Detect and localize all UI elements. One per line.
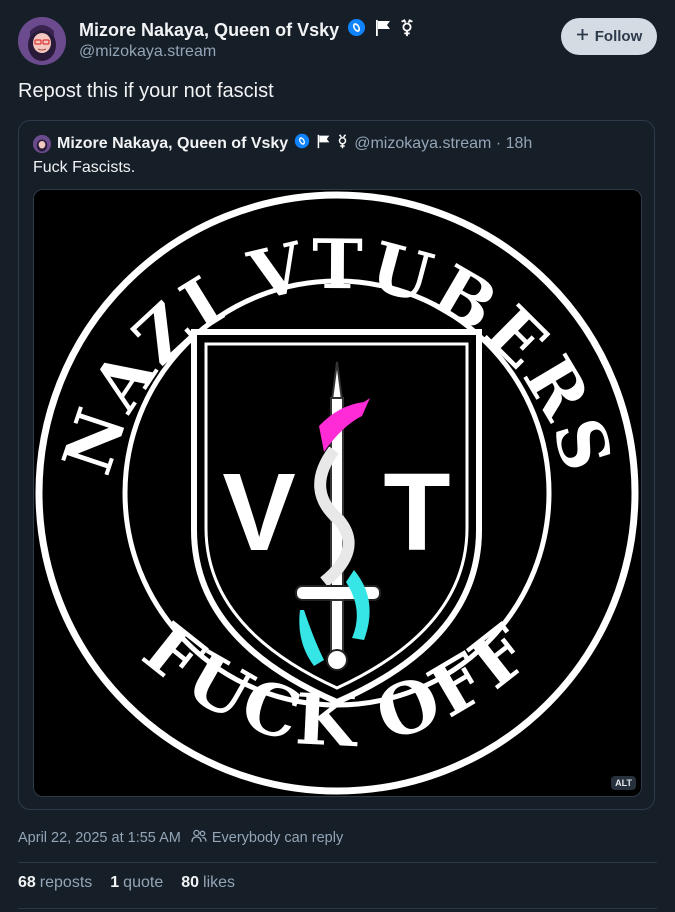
trans-symbol-icon — [400, 18, 414, 42]
author-handle[interactable]: @mizokaya.stream — [79, 43, 216, 61]
quoted-author-avatar[interactable] — [33, 134, 51, 153]
reposts-label: reposts — [39, 874, 93, 891]
verified-badge-icon — [347, 18, 366, 42]
quoted-post-text: Fuck Fascists. — [33, 159, 136, 176]
people-icon — [191, 829, 207, 847]
quoted-handle-time: @mizokaya.stream · 18h — [354, 134, 533, 152]
white-flag-icon — [374, 19, 392, 42]
likes-stat[interactable]: 80 likes — [181, 874, 235, 892]
trans-symbol-icon — [337, 133, 348, 154]
anti-nazi-vtubers-logo: NAZI VTUBERS FUCK OFF V T — [34, 190, 641, 796]
plus-icon — [576, 28, 589, 45]
avatar-image — [18, 17, 66, 65]
reply-setting-label: Everybody can reply — [211, 830, 344, 846]
verified-badge-icon — [294, 133, 310, 154]
quotes-stat[interactable]: 1 quote — [110, 874, 163, 892]
post-text: Repost this if your not fascist — [18, 80, 274, 102]
follow-label: Follow — [594, 28, 643, 45]
quotes-count: 1 — [110, 874, 120, 891]
quoted-post-image[interactable]: NAZI VTUBERS FUCK OFF V T ALT — [33, 189, 642, 797]
shield-letter-left: V — [222, 451, 295, 574]
post-meta-row: April 22, 2025 at 1:55 AM Everybody can … — [18, 829, 343, 847]
divider — [18, 908, 657, 909]
post-timestamp: April 22, 2025 at 1:55 AM — [18, 830, 181, 846]
author-avatar[interactable] — [18, 17, 66, 65]
author-display-name[interactable]: Mizore Nakaya, Queen of Vsky — [79, 20, 339, 41]
likes-count: 80 — [181, 874, 200, 891]
reply-setting: Everybody can reply — [191, 829, 343, 847]
divider — [18, 862, 657, 863]
shield-letter-right: T — [383, 451, 450, 574]
quoted-author-name[interactable]: Mizore Nakaya, Queen of Vsky — [57, 135, 288, 153]
alt-text-badge[interactable]: ALT — [611, 776, 636, 790]
follow-button[interactable]: Follow — [561, 18, 657, 55]
quoted-post[interactable]: Mizore Nakaya, Queen of Vsky @mizokaya.s… — [18, 120, 655, 810]
reposts-stat[interactable]: 68 reposts — [18, 874, 92, 892]
post-stats: 68 reposts 1 quote 80 likes — [18, 874, 235, 892]
quotes-label: quote — [123, 874, 164, 891]
author-name-row: Mizore Nakaya, Queen of Vsky — [79, 18, 414, 42]
quoted-post-header: Mizore Nakaya, Queen of Vsky @mizokaya.s… — [33, 133, 532, 154]
likes-label: likes — [203, 874, 236, 891]
white-flag-icon — [316, 134, 331, 154]
reposts-count: 68 — [18, 874, 36, 891]
